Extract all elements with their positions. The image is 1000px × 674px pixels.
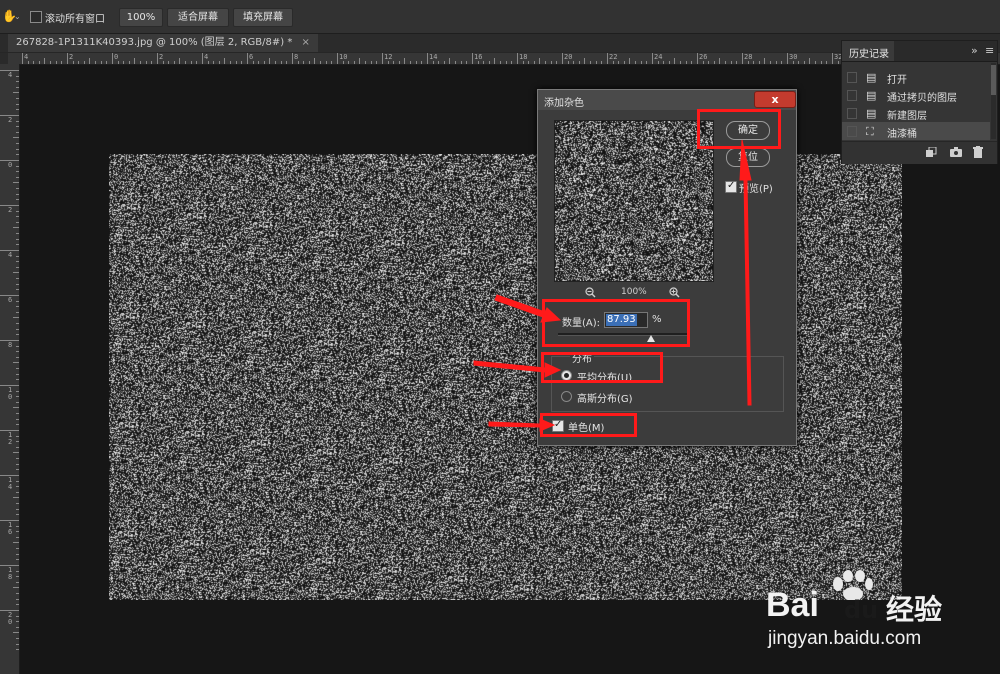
watermark-brand-du: du [844,596,879,624]
watermark-url: jingyan.baidu.com [768,628,922,649]
annotation-arrow-ok [739,139,752,406]
annotation-arrow-amount [494,294,562,323]
baidu-jingyan-watermark: Bai du 经验 jingyan.baidu.com [760,568,1000,668]
annotation-arrow-monochromatic [488,418,556,432]
annotation-arrow-distribution [473,360,562,378]
watermark-brand-cn: 经验 [886,593,943,626]
watermark-brand: Bai [766,586,819,624]
